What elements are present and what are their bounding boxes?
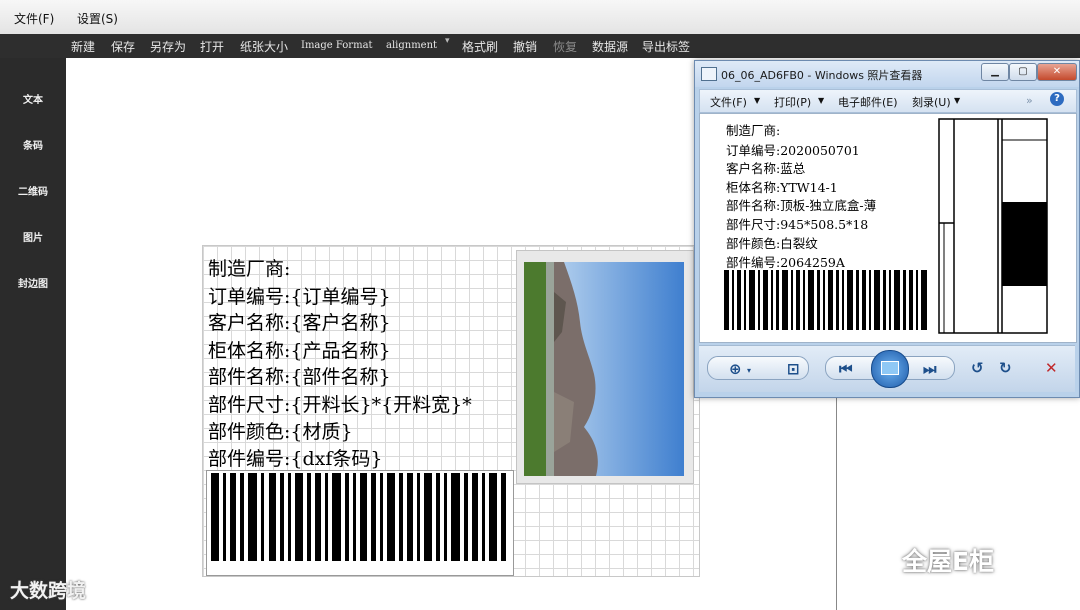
delete-icon[interactable]: ✕	[1045, 359, 1058, 377]
rotate-ccw-icon[interactable]: ↺	[971, 359, 984, 377]
label-image-frame[interactable]	[516, 250, 694, 484]
undo-button[interactable]: 撤销	[513, 38, 537, 55]
viewer-menubar: 文件(F) ▼ 打印(P) ▼ 电子邮件(E) 刻录(U) ▼ » ?	[699, 89, 1077, 113]
label-barcode[interactable]	[206, 470, 514, 576]
sidebar-item-barcode[interactable]: 条码	[0, 137, 66, 152]
viewer-menu-burn[interactable]: 刻录(U)	[912, 94, 951, 110]
sidebar-item-edge-code[interactable]: 封边图	[0, 275, 66, 290]
viewer-menu-email[interactable]: 电子邮件(E)	[838, 94, 898, 110]
menu-file[interactable]: 文件(F)	[14, 10, 54, 27]
sidebar: 文本 条码 二维码 图片 封边图	[0, 58, 66, 610]
slideshow-screen	[881, 361, 899, 375]
label-field-part-code[interactable]: 部件编号:{dxf条码}	[208, 444, 383, 471]
help-icon[interactable]: ?	[1050, 92, 1064, 106]
label-image-landscape	[524, 262, 684, 476]
minimize-button[interactable]: ▁	[981, 63, 1009, 81]
sidebar-item-image[interactable]: 图片	[0, 229, 66, 244]
viewer-image[interactable]: 制造厂商: 订单编号:2020050701 客户名称:蓝总 柜体名称:YTW14…	[699, 113, 1077, 343]
sidebar-item-qrcode[interactable]: 二维码	[0, 183, 66, 198]
paper-size-button[interactable]: 纸张大小	[240, 38, 288, 55]
image-format-button[interactable]: Image Format	[301, 40, 373, 51]
sidebar-item-text[interactable]: 文本	[0, 91, 66, 106]
viewer-line-part-size: 部件尺寸:945*508.5*18	[726, 217, 869, 232]
fit-window-icon[interactable]: ⊡	[787, 360, 800, 378]
label-field-manufacturer[interactable]: 制造厂商:	[208, 254, 290, 281]
chevron-down-icon[interactable]: ▼	[954, 96, 960, 105]
label-field-part-size[interactable]: 部件尺寸:{开料长}*{开料宽}*	[208, 390, 472, 417]
open-button[interactable]: 打开	[200, 38, 224, 55]
chevron-more-icon[interactable]: »	[1026, 94, 1033, 107]
viewer-line-part-name: 部件名称:顶板-独立底盒-薄	[726, 198, 877, 213]
menubar: 文件(F) 设置(S)	[0, 0, 1080, 35]
viewer-titlebar[interactable]: 06_06_AD6FB0 - Windows 照片查看器 ▁ ▢ ✕	[695, 61, 1079, 87]
watermark-left: 大数跨境	[10, 580, 87, 602]
label-field-part-color[interactable]: 部件颜色:{材质}	[208, 417, 353, 444]
label-barcode-bars	[211, 473, 506, 561]
previous-icon[interactable]: ⏮	[839, 360, 853, 378]
data-source-button[interactable]: 数据源	[592, 38, 628, 55]
toolbar: 新建 保存 另存为 打开 纸张大小 Image Format alignment…	[0, 34, 1080, 58]
viewer-menu-file[interactable]: 文件(F)	[710, 94, 747, 110]
zoom-icon[interactable]: ⊕	[729, 360, 742, 378]
photo-viewer-window[interactable]: 06_06_AD6FB0 - Windows 照片查看器 ▁ ▢ ✕ 文件(F)…	[694, 60, 1080, 398]
photo-viewer-icon	[701, 67, 717, 81]
chevron-down-icon[interactable]: ▼	[818, 96, 824, 105]
maximize-button[interactable]: ▢	[1009, 63, 1037, 81]
label-field-order-no[interactable]: 订单编号:{订单编号}	[208, 282, 391, 309]
viewer-line-order-no: 订单编号:2020050701	[726, 143, 860, 158]
viewer-line-cabinet: 柜体名称:YTW14-1	[726, 180, 838, 195]
label-field-part-name[interactable]: 部件名称:{部件名称}	[208, 362, 391, 389]
save-button[interactable]: 保存	[111, 38, 135, 55]
viewer-menu-print[interactable]: 打印(P)	[774, 94, 811, 110]
alignment-dropdown-icon[interactable]: ▾	[445, 36, 450, 46]
viewer-edge-diagram	[938, 118, 1048, 334]
redo-button[interactable]: 恢复	[553, 38, 577, 55]
save-as-button[interactable]: 另存为	[150, 38, 186, 55]
export-label-button[interactable]: 导出标签	[642, 38, 690, 55]
viewer-line-part-color: 部件颜色:白裂纹	[726, 236, 818, 251]
rotate-cw-icon[interactable]: ↻	[999, 359, 1012, 377]
next-icon[interactable]: ⏭	[923, 360, 937, 378]
viewer-barcode	[724, 270, 927, 330]
chevron-down-icon[interactable]: ▼	[754, 96, 760, 105]
format-brush-button[interactable]: 格式刷	[462, 38, 498, 55]
viewer-line-customer: 客户名称:蓝总	[726, 161, 806, 176]
menu-settings[interactable]: 设置(S)	[77, 10, 118, 27]
viewer-line-part-code: 部件编号:2064259A	[726, 255, 845, 270]
viewer-line-manufacturer: 制造厂商:	[726, 123, 781, 138]
viewer-title: 06_06_AD6FB0 - Windows 照片查看器	[721, 69, 923, 82]
viewer-controls: ⊕ ▾ ⊡ ⏮ ⏭ ↺ ↻ ✕	[699, 345, 1075, 392]
new-button[interactable]: 新建	[71, 38, 95, 55]
alignment-button[interactable]: alignment	[386, 40, 437, 51]
close-button[interactable]: ✕	[1037, 63, 1077, 81]
label-field-cabinet[interactable]: 柜体名称:{产品名称}	[208, 336, 391, 363]
watermark-right: 全屋E柜	[902, 547, 995, 576]
chevron-down-icon[interactable]: ▾	[747, 362, 751, 380]
label-field-customer[interactable]: 客户名称:{客户名称}	[208, 308, 391, 335]
